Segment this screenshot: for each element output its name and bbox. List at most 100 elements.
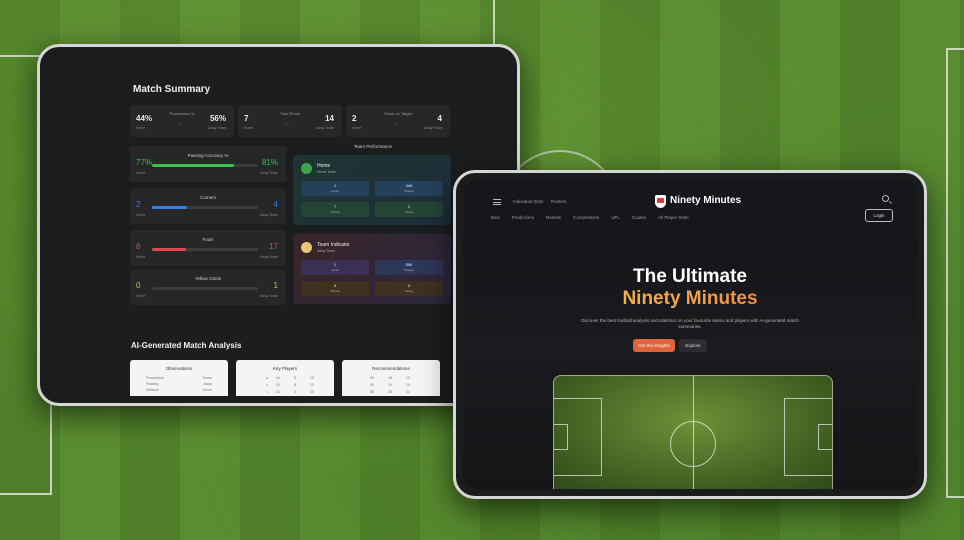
ai-row: 88 28 13: [370, 390, 410, 394]
team-subtitle: Away Team: [317, 249, 335, 253]
metric-away-value: 17: [269, 242, 278, 251]
metric-yellow-cards: Yellow Cards 0 1 Home Away Team: [130, 269, 286, 305]
stat-away-label: Away Team: [316, 126, 334, 130]
metric-away-label: Away Team: [260, 213, 278, 217]
metric-home-value: 2: [136, 200, 141, 209]
page-title: Match Summary: [133, 84, 211, 95]
metric-corners: Corners 2 4 Home Away Team: [130, 188, 286, 224]
nav-link[interactable]: Predictions: [512, 215, 534, 220]
stat-home-label: Home: [244, 126, 254, 130]
nav-link[interactable]: Results: [546, 215, 561, 220]
metric-name: Corners: [199, 195, 216, 200]
hero-description: Discover the best football analysis and …: [581, 318, 799, 329]
ai-analysis-title: AI-Generated Match Analysis: [131, 341, 242, 350]
ai-row: Defence Home: [146, 388, 212, 392]
ai-row: ● 12 4 15: [266, 390, 314, 394]
metric-away-value: 1: [273, 281, 278, 290]
get-insights-button[interactable]: Get the Insights: [633, 339, 675, 352]
team-stat-cell: 448 Passes: [375, 181, 443, 196]
nav-links: Bios Predictions Results Competitions UF…: [491, 215, 689, 220]
login-button[interactable]: Login: [865, 209, 893, 222]
metric-bar: [152, 287, 258, 290]
team-performance-title: Team Performance: [353, 144, 392, 149]
metric-name: Yellow Cards: [194, 276, 222, 281]
ai-row: 38 18 19: [370, 376, 410, 380]
team-badge-icon: [301, 163, 312, 174]
brand-shield-icon: [655, 195, 666, 208]
stat-home-label: Home: [136, 126, 146, 130]
metric-bar: [152, 248, 258, 251]
stat-card-possession: 44% Possession % – 56% Home Away Team: [130, 105, 234, 137]
stat-separator: –: [394, 121, 397, 127]
stat-home-label: Home: [352, 126, 362, 130]
stat-card-on-target: 2 Shots on Target – 4 Home Away Team: [346, 105, 450, 137]
ai-card-recommendations[interactable]: Recommendations 381819 551619 882813 ★★★…: [342, 360, 440, 396]
metric-away-value: 4: [273, 200, 278, 209]
metric-away-label: Away Team: [260, 294, 278, 298]
ai-card-title: Key Players: [272, 366, 297, 371]
top-nav: Individual Stats Rosters Ninety Minutes …: [463, 180, 917, 236]
ai-card-key-players[interactable]: Key Players ●34815 ●43813 ●12415 ●23813: [236, 360, 334, 396]
team-panel-home[interactable]: Home Home Team 1 Goals 448 Passes 7 Tackles…: [293, 155, 451, 225]
brand-logo[interactable]: Ninety Minutes: [670, 195, 741, 206]
nav-item-individual-stats[interactable]: Individual Stats: [513, 199, 544, 204]
team-badge-icon: [301, 242, 312, 253]
team-stat-cell: 3 Tackles: [301, 281, 369, 296]
team-name: Home: [317, 163, 331, 169]
pitch-illustration: [553, 375, 833, 489]
pitch-goal-box-right: [818, 424, 832, 450]
team-panel-away[interactable]: Team Indicator Away Team 1 Goals 506 Passe…: [293, 234, 451, 304]
metric-bar-fill: [152, 248, 186, 251]
stat-away-label: Away Team: [208, 126, 226, 130]
tablet-dashboard: Match Summary 44% Possession % – 56% Hom…: [37, 44, 520, 406]
metric-home-label: Home: [136, 294, 146, 298]
explore-button[interactable]: Explore: [679, 339, 707, 352]
metric-passing: Passing Accuracy % 77% 81% Home Away Tea…: [130, 146, 286, 182]
nav-link[interactable]: Bios: [491, 215, 500, 220]
ai-row: ● 34 8 15: [266, 376, 314, 380]
dashboard-screen: Match Summary 44% Possession % – 56% Hom…: [47, 54, 510, 396]
nav-link[interactable]: All Player Stats: [658, 215, 689, 220]
pitch-center-circle: [670, 421, 716, 467]
metric-home-label: Home: [136, 171, 146, 175]
metric-away-label: Away Team: [260, 171, 278, 175]
stat-away-label: Away Team: [424, 126, 442, 130]
nav-link[interactable]: Competitions: [573, 215, 599, 220]
nav-link[interactable]: UFL: [611, 215, 620, 220]
metric-bar-fill: [152, 164, 234, 167]
nav-item-rosters[interactable]: Rosters: [551, 199, 567, 204]
metric-bar: [152, 206, 258, 209]
ai-row: Passing Away: [146, 382, 212, 386]
team-stat-cell: 1 Goals: [301, 181, 369, 196]
hero-title: The Ultimate: [632, 266, 748, 287]
metric-bar-fill: [152, 206, 187, 209]
hamburger-menu-icon[interactable]: [493, 199, 501, 205]
stat-away-value: 4: [437, 114, 442, 123]
ai-row: Possession Home: [146, 376, 212, 380]
nav-link[interactable]: Guides: [632, 215, 646, 220]
metric-away-label: Away Team: [260, 255, 278, 259]
metric-home-value: 8: [136, 242, 141, 251]
team-stat-cell: 1 Goals: [301, 260, 369, 275]
pitch-line-right: [946, 48, 964, 498]
team-subtitle: Home Team: [317, 170, 336, 174]
team-stat-cell: 506 Passes: [375, 260, 443, 275]
tablet-landing: Individual Stats Rosters Ninety Minutes …: [453, 170, 927, 499]
ai-row: 55 16 19: [370, 383, 410, 387]
stat-separator: –: [178, 121, 181, 127]
metric-away-value: 81%: [261, 158, 278, 167]
stat-away-value: 14: [325, 114, 334, 123]
ai-row: ● 43 8 13: [266, 383, 314, 387]
stat-separator: –: [286, 121, 289, 127]
stat-card-shots: 7 Total Shots – 14 Home Away Team: [238, 105, 342, 137]
ai-card-title: Recommendations: [372, 366, 410, 371]
metric-home-label: Home: [136, 255, 146, 259]
stat-away-value: 56%: [209, 114, 226, 123]
landing-screen: Individual Stats Rosters Ninety Minutes …: [463, 180, 917, 489]
pitch-goal-box-left: [554, 424, 568, 450]
team-stat-cell: 7 Tackles: [301, 202, 369, 217]
team-stat-cell: 3 Saves: [375, 281, 443, 296]
team-stat-cell: 2 Saves: [375, 202, 443, 217]
search-icon[interactable]: [882, 195, 889, 202]
ai-card-observations[interactable]: Observations Possession Home Passing Away …: [130, 360, 228, 396]
